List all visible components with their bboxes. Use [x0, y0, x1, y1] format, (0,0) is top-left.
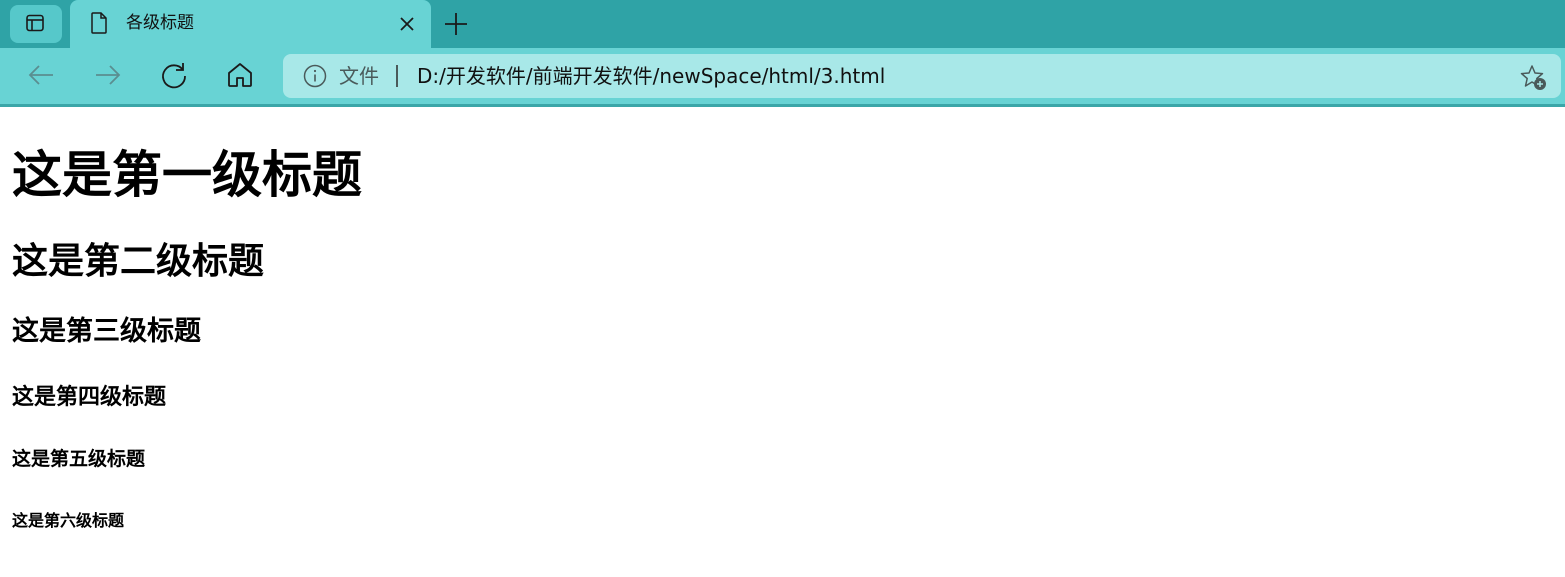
tab-strip: 各级标题 [0, 0, 1565, 48]
url-text[interactable]: D:/开发软件/前端开发软件/newSpace/html/3.html [417, 64, 885, 88]
toolbar: 文件 D:/开发软件/前端开发软件/newSpace/html/3.html [0, 48, 1565, 104]
heading-level-3: 这是第三级标题 [12, 316, 201, 347]
heading-level-2: 这是第二级标题 [12, 241, 265, 282]
tab-active[interactable]: 各级标题 [70, 0, 431, 48]
home-button[interactable] [225, 60, 255, 90]
close-icon[interactable] [395, 12, 419, 36]
home-icon [228, 63, 252, 87]
forward-button[interactable] [93, 60, 123, 90]
heading-level-6: 这是第六级标题 [12, 511, 125, 530]
address-separator [396, 65, 398, 87]
back-button[interactable] [26, 60, 56, 90]
browser-window: 各级标题 文件 D:/开发软件/前端开发软件/newSpace/html/3.h… [0, 0, 1565, 577]
tab-title: 各级标题 [126, 13, 194, 33]
address-bar[interactable]: 文件 D:/开发软件/前端开发软件/newSpace/html/3.html [283, 54, 1561, 98]
page-icon [91, 12, 107, 34]
tab-actions-button[interactable] [10, 5, 62, 43]
refresh-icon [162, 63, 186, 89]
refresh-button[interactable] [159, 60, 189, 90]
heading-level-4: 这是第四级标题 [12, 385, 167, 410]
add-favorite-icon[interactable] [1519, 63, 1547, 91]
heading-level-1: 这是第一级标题 [12, 146, 362, 204]
back-arrow-icon [28, 65, 53, 85]
heading-level-5: 这是第五级标题 [12, 448, 146, 470]
tab-actions-icon [26, 14, 44, 32]
forward-arrow-icon [96, 65, 121, 85]
info-icon[interactable] [303, 64, 327, 88]
toolbar-divider [0, 104, 1565, 107]
site-info-label: 文件 [339, 64, 379, 88]
plus-icon[interactable] [441, 9, 471, 39]
